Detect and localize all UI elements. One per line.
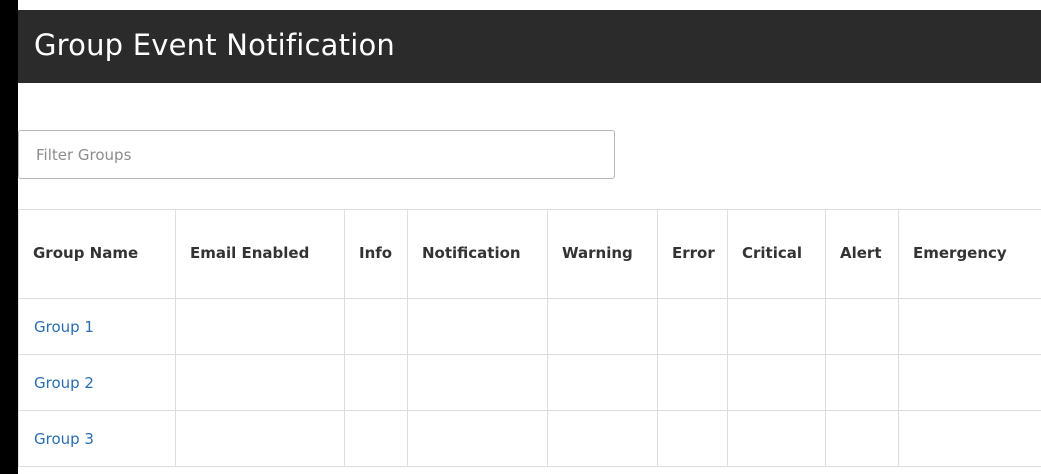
content-panel: Group Name Email Enabled Info Notificati… — [18, 83, 1041, 474]
warning-cell[interactable] — [547, 298, 658, 355]
top-margin — [0, 0, 1041, 10]
notification-cell[interactable] — [407, 298, 548, 355]
info-cell[interactable] — [344, 410, 408, 467]
critical-cell[interactable] — [727, 410, 826, 467]
critical-cell[interactable] — [727, 354, 826, 411]
col-header-emergency[interactable]: Emergency — [898, 209, 1041, 299]
notification-cell[interactable] — [407, 410, 548, 467]
group-link[interactable]: Group 2 — [34, 374, 94, 392]
email-enabled-cell[interactable] — [175, 354, 345, 411]
notification-cell[interactable] — [407, 354, 548, 411]
col-header-critical[interactable]: Critical — [727, 209, 826, 299]
warning-cell[interactable] — [547, 410, 658, 467]
table-header-row: Group Name Email Enabled Info Notificati… — [18, 209, 1041, 299]
alert-cell[interactable] — [825, 354, 899, 411]
email-enabled-cell[interactable] — [175, 410, 345, 467]
group-name-cell: Group 3 — [18, 410, 176, 467]
group-name-cell: Group 1 — [18, 298, 176, 355]
alert-cell[interactable] — [825, 410, 899, 467]
group-link[interactable]: Group 3 — [34, 430, 94, 448]
col-header-group-name[interactable]: Group Name — [18, 209, 176, 299]
error-cell[interactable] — [657, 298, 728, 355]
group-name-cell: Group 2 — [18, 354, 176, 411]
page-title: Group Event Notification — [34, 28, 395, 62]
emergency-cell[interactable] — [898, 354, 1041, 411]
col-header-info[interactable]: Info — [344, 209, 408, 299]
page-header: Group Event Notification — [18, 10, 1041, 83]
email-enabled-cell[interactable] — [175, 298, 345, 355]
table-row: Group 3 — [18, 410, 1041, 467]
emergency-cell[interactable] — [898, 298, 1041, 355]
col-header-email-enabled[interactable]: Email Enabled — [175, 209, 345, 299]
info-cell[interactable] — [344, 298, 408, 355]
critical-cell[interactable] — [727, 298, 826, 355]
col-header-alert[interactable]: Alert — [825, 209, 899, 299]
col-header-warning[interactable]: Warning — [547, 209, 658, 299]
col-header-error[interactable]: Error — [657, 209, 728, 299]
table-row: Group 2 — [18, 354, 1041, 411]
col-header-notification[interactable]: Notification — [407, 209, 548, 299]
groups-table: Group Name Email Enabled Info Notificati… — [18, 209, 1041, 467]
info-cell[interactable] — [344, 354, 408, 411]
table-row: Group 1 — [18, 298, 1041, 355]
error-cell[interactable] — [657, 354, 728, 411]
alert-cell[interactable] — [825, 298, 899, 355]
emergency-cell[interactable] — [898, 410, 1041, 467]
window: Group Event Notification Group Name Emai… — [0, 0, 1041, 474]
left-border — [0, 0, 18, 474]
filter-groups-input[interactable] — [18, 130, 615, 179]
warning-cell[interactable] — [547, 354, 658, 411]
group-link[interactable]: Group 1 — [34, 318, 94, 336]
error-cell[interactable] — [657, 410, 728, 467]
